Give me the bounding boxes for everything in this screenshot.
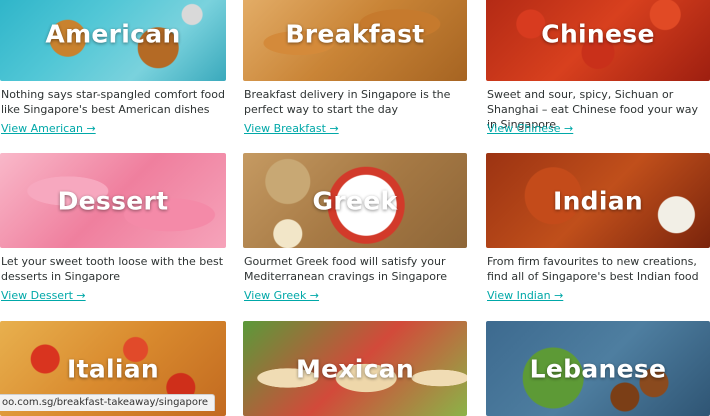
view-indian-link[interactable]: View Indian → (486, 289, 563, 302)
cuisine-card-indian: Indian From firm favourites to new creat… (486, 153, 710, 303)
cuisine-title: Mexican (295, 354, 415, 383)
cuisine-description: From firm favourites to new creations, f… (487, 255, 699, 283)
cuisine-card-greek: Greek Gourmet Greek food will satisfy yo… (243, 153, 467, 303)
cuisine-title: Indian (552, 186, 644, 215)
cuisine-image-lebanese[interactable]: Lebanese (486, 321, 710, 416)
cuisine-card-breakfast: Breakfast Breakfast delivery in Singapor… (243, 0, 467, 136)
status-bar-url: oo.com.sg/breakfast-takeaway/singapore (0, 394, 216, 411)
view-dessert-link[interactable]: View Dessert → (0, 289, 86, 302)
cuisine-image-breakfast[interactable]: Breakfast (243, 0, 467, 81)
cuisine-description: Nothing says star-spangled comfort food … (1, 88, 225, 116)
cuisine-image-indian[interactable]: Indian (486, 153, 710, 248)
cuisine-title: American (45, 19, 181, 48)
cuisine-title: Chinese (541, 19, 655, 48)
cuisine-image-greek[interactable]: Greek (243, 153, 467, 248)
cuisine-description: Let your sweet tooth loose with the best… (1, 255, 224, 283)
cuisine-image-chinese[interactable]: Chinese (486, 0, 710, 81)
cuisine-image-mexican[interactable]: Mexican (243, 321, 467, 416)
cuisine-title: Breakfast (285, 19, 425, 48)
view-chinese-link[interactable]: View Chinese → (486, 122, 573, 135)
cuisine-image-dessert[interactable]: Dessert (0, 153, 226, 248)
cuisine-description: Sweet and sour, spicy, Sichuan or Shangh… (487, 88, 698, 131)
cuisine-card-american: American Nothing says star-spangled comf… (0, 0, 226, 136)
cuisine-grid: American Nothing says star-spangled comf… (0, 0, 710, 416)
cuisine-card-chinese: Chinese Sweet and sour, spicy, Sichuan o… (486, 0, 710, 136)
cuisine-card-dessert: Dessert Let your sweet tooth loose with … (0, 153, 226, 303)
view-greek-link[interactable]: View Greek → (243, 289, 319, 302)
cuisine-description: Breakfast delivery in Singapore is the p… (244, 88, 451, 116)
cuisine-card-mexican: Mexican (243, 321, 467, 416)
cuisine-description: Gourmet Greek food will satisfy your Med… (244, 255, 447, 283)
cuisine-card-lebanese: Lebanese (486, 321, 710, 416)
cuisine-image-american[interactable]: American (0, 0, 226, 81)
cuisine-title: Lebanese (529, 354, 667, 383)
cuisine-title: Dessert (57, 186, 169, 215)
cuisine-title: Greek (312, 186, 398, 215)
cuisine-title: Italian (66, 354, 160, 383)
view-american-link[interactable]: View American → (0, 122, 96, 135)
view-breakfast-link[interactable]: View Breakfast → (243, 122, 339, 135)
